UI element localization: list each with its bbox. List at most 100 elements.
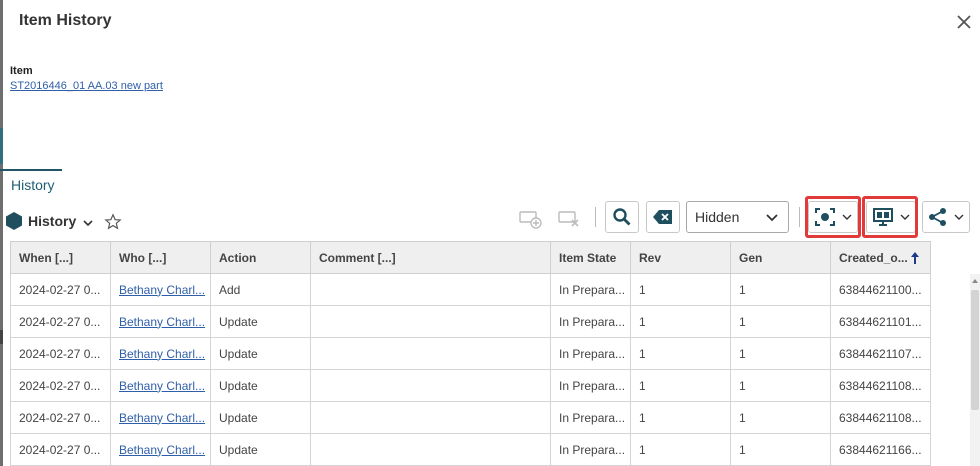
column-header-comment[interactable]: Comment [...] [310, 241, 551, 274]
chevron-down-icon [954, 214, 964, 220]
toolbar-separator [799, 207, 800, 227]
cell-rev: 1 [630, 273, 731, 306]
cell-comment [310, 369, 551, 402]
cell-created-on: 63844621101... [830, 305, 931, 338]
toolbar-separator [595, 207, 596, 227]
cell-when: 2024-02-27 0... [10, 273, 111, 306]
favorite-star-icon[interactable] [104, 213, 122, 231]
cell-gen: 1 [730, 337, 831, 370]
table-row[interactable]: 2024-02-27 0... Bethany Charl... Update … [10, 369, 931, 402]
close-button[interactable] [952, 10, 976, 34]
cell-created-on: 63844621100... [830, 273, 931, 306]
cell-who: Bethany Charl... [110, 305, 211, 338]
highlight-frame [862, 196, 918, 238]
clear-filter-icon [653, 210, 672, 224]
cell-when: 2024-02-27 0... [10, 337, 111, 370]
close-icon [957, 15, 971, 29]
column-header-item-state[interactable]: Item State [550, 241, 631, 274]
grid-header-row: When [...] Who [...] Action Comment [...… [10, 241, 931, 274]
scroll-up-arrow-icon[interactable] [972, 278, 978, 284]
search-icon [613, 208, 631, 226]
column-header-created-on[interactable]: Created_o... [830, 241, 931, 274]
background-window-edge [0, 0, 3, 466]
column-header-who[interactable]: Who [...] [110, 241, 211, 274]
cell-item-state: In Prepara... [550, 337, 631, 370]
item-label: Item [10, 65, 33, 77]
cell-gen: 1 [730, 369, 831, 402]
user-link[interactable]: Bethany Charl... [119, 443, 205, 457]
cell-created-on: 63844621107... [830, 337, 931, 370]
cell-who: Bethany Charl... [110, 337, 211, 370]
table-row[interactable]: 2024-02-27 0... Bethany Charl... Update … [10, 401, 931, 434]
history-grid: When [...] Who [...] Action Comment [...… [10, 241, 931, 466]
cell-when: 2024-02-27 0... [10, 401, 111, 434]
cell-action: Update [210, 369, 311, 402]
user-link[interactable]: Bethany Charl... [119, 315, 205, 329]
cell-action: Update [210, 337, 311, 370]
background-mark [0, 330, 3, 344]
cell-action: Update [210, 401, 311, 434]
cell-comment [310, 433, 551, 466]
column-header-rev[interactable]: Rev [630, 241, 731, 274]
cell-who: Bethany Charl... [110, 433, 211, 466]
table-row[interactable]: 2024-02-27 0... Bethany Charl... Add In … [10, 273, 931, 306]
cell-rev: 1 [630, 305, 731, 338]
chevron-down-icon[interactable] [82, 217, 94, 229]
cell-rev: 1 [630, 369, 731, 402]
share-menu-button[interactable] [922, 201, 970, 233]
column-header-action[interactable]: Action [210, 241, 311, 274]
tab-active-indicator [0, 169, 62, 171]
cell-comment [310, 273, 551, 306]
tab-history[interactable]: History [11, 177, 55, 193]
cell-gen: 1 [730, 433, 831, 466]
user-link[interactable]: Bethany Charl... [119, 411, 205, 425]
scrollbar-thumb[interactable] [971, 290, 979, 410]
cell-gen: 1 [730, 305, 831, 338]
cell-created-on: 63844621166... [830, 433, 931, 466]
user-link[interactable]: Bethany Charl... [119, 283, 205, 297]
cell-who: Bethany Charl... [110, 369, 211, 402]
column-header-when[interactable]: When [...] [10, 241, 111, 274]
cell-who: Bethany Charl... [110, 273, 211, 306]
remove-row-icon [558, 211, 579, 227]
cell-gen: 1 [730, 273, 831, 306]
clear-filter-button[interactable] [646, 201, 680, 233]
vertical-scrollbar[interactable] [970, 274, 980, 466]
cell-item-state: In Prepara... [550, 433, 631, 466]
column-header-created-on-label: Created_o... [839, 250, 908, 265]
search-button[interactable] [605, 201, 639, 233]
cell-item-state: In Prepara... [550, 369, 631, 402]
cell-when: 2024-02-27 0... [10, 369, 111, 402]
item-link[interactable]: ST2016446_01 AA.03 new part [10, 80, 163, 92]
table-row[interactable]: 2024-02-27 0... Bethany Charl... Update … [10, 337, 931, 370]
cell-action: Update [210, 305, 311, 338]
table-row[interactable]: 2024-02-27 0... Bethany Charl... Update … [10, 305, 931, 338]
cell-item-state: In Prepara... [550, 401, 631, 434]
cell-action: Update [210, 433, 311, 466]
cell-item-state: In Prepara... [550, 273, 631, 306]
column-header-gen[interactable]: Gen [730, 241, 831, 274]
sort-ascending-icon [911, 252, 919, 264]
visibility-select[interactable]: Hidden [686, 201, 789, 233]
highlight-frame [805, 196, 861, 238]
add-row-button[interactable] [517, 204, 545, 234]
background-accent [0, 128, 3, 164]
visibility-select-value: Hidden [695, 209, 740, 225]
table-row[interactable]: 2024-02-27 0... Bethany Charl... Update … [10, 433, 931, 466]
chevron-down-icon [766, 214, 778, 222]
view-title: History [6, 211, 122, 231]
add-row-icon [519, 211, 542, 229]
hexagon-icon [6, 212, 22, 230]
cell-created-on: 63844621108... [830, 401, 931, 434]
cell-gen: 1 [730, 401, 831, 434]
user-link[interactable]: Bethany Charl... [119, 379, 205, 393]
cell-when: 2024-02-27 0... [10, 433, 111, 466]
cell-comment [310, 337, 551, 370]
user-link[interactable]: Bethany Charl... [119, 347, 205, 361]
cell-comment [310, 401, 551, 434]
remove-row-button[interactable] [556, 204, 584, 234]
cell-action: Add [210, 273, 311, 306]
cell-comment [310, 305, 551, 338]
view-name: History [28, 213, 77, 229]
cell-who: Bethany Charl... [110, 401, 211, 434]
